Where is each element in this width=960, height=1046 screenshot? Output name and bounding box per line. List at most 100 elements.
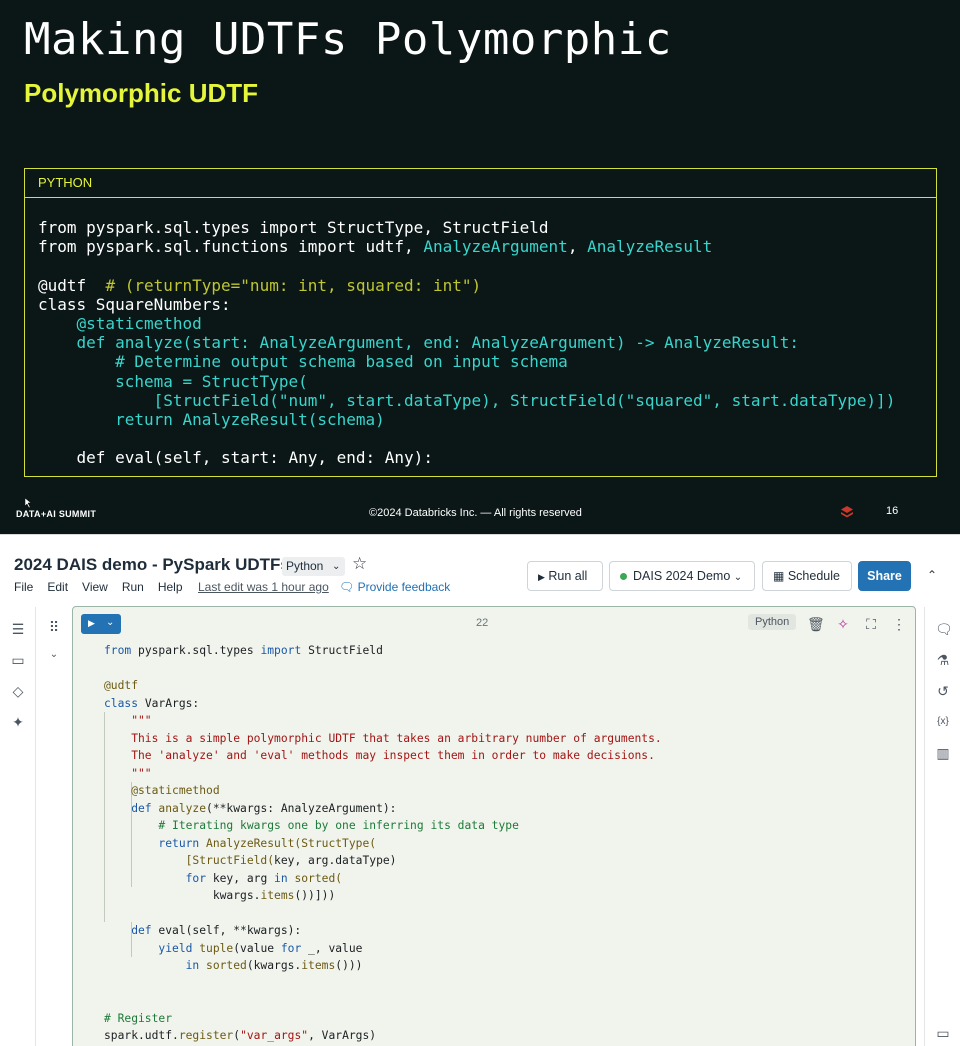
code-token: ())) — [335, 959, 363, 972]
code-token: """ — [104, 766, 152, 780]
code-token: (value — [233, 941, 281, 955]
collapse-header-icon[interactable]: ⌃ — [927, 568, 937, 582]
cell-code-line: [StructField(key, arg.dataType) — [104, 852, 662, 870]
code-token: sorted — [199, 959, 247, 972]
code-token: items — [301, 959, 336, 972]
schedule-label: Schedule — [787, 569, 840, 583]
cell-code-line — [104, 992, 662, 1010]
calendar-icon: ▦ — [773, 569, 785, 583]
code-token: # Determine output schema based on input… — [38, 352, 568, 372]
cell-code-line: class VarArgs: — [104, 695, 662, 713]
cell-code-line: The 'analyze' and 'eval' methods may ins… — [104, 747, 662, 765]
slide-code-box: PYTHON from pyspark.sql.types import Str… — [24, 168, 937, 477]
code-token: pyspark.sql.types — [131, 644, 261, 657]
code-token: """ — [104, 714, 152, 727]
menu-edit[interactable]: Edit — [47, 580, 68, 594]
code-token: def eval(self, start: Any, end: Any): — [38, 448, 433, 468]
code-token: def — [104, 801, 152, 815]
summit-logo: DATA+AI SUMMIT — [16, 509, 97, 519]
code-token: class — [104, 696, 139, 710]
code-token: key, arg — [206, 871, 275, 885]
panel-icon[interactable]: ▭ — [935, 1025, 951, 1041]
cell-code-line: from pyspark.sql.types import StructFiel… — [104, 642, 662, 660]
cell-code-line: for key, arg in sorted( — [104, 870, 662, 888]
notebook-window: 2024 DAIS demo - PySpark UDTFs Python ⌄ … — [0, 534, 960, 1046]
charts-icon[interactable]: ▥ — [935, 745, 951, 761]
drag-handle-icon[interactable]: ⠿ — [46, 619, 62, 635]
notebook-title[interactable]: 2024 DAIS demo - PySpark UDTFs — [14, 555, 290, 575]
folder-icon[interactable]: ▭ — [10, 652, 26, 668]
menu-file[interactable]: File — [14, 580, 33, 594]
provide-feedback-link[interactable]: 🗨 Provide feedback — [339, 580, 450, 594]
code-cell[interactable]: ▶ ⌄ 22 Python 🗑 ✧ ⛶ ⋮ from pyspark.sql.t… — [72, 606, 916, 1046]
chevron-down-icon: ⌄ — [331, 561, 341, 572]
code-token: tuple — [192, 941, 234, 955]
cell-language-badge[interactable]: Python — [748, 614, 797, 630]
code-token: VarArgs: — [138, 696, 200, 710]
slide-code-line: from pyspark.sql.types import StructType… — [38, 218, 923, 237]
code-token: eval(self, **kwargs): — [151, 924, 302, 937]
history-icon[interactable]: ↺ — [935, 683, 951, 699]
code-token: , VarArgs) — [308, 1029, 377, 1042]
cell-code-line — [104, 975, 662, 993]
copyright-text: ©2024 Databricks Inc. — All rights reser… — [369, 507, 582, 519]
chevron-down-icon: ⌄ — [106, 617, 115, 628]
code-language-label: PYTHON — [25, 169, 936, 198]
table-of-contents-icon[interactable]: ☰ — [10, 621, 26, 637]
code-token: AnalyzeResult(StructType( — [199, 836, 377, 850]
code-token: sorted( — [287, 871, 343, 885]
right-sidebar: 🗨 ⚗ ↺ {x} ▥ ▭ — [924, 607, 960, 1046]
cell-code-line: # Iterating kwargs one by one inferring … — [104, 817, 662, 835]
left-sidebar: ☰ ▭ ◇ ✦ — [0, 607, 36, 1046]
play-icon: ▶ — [538, 572, 545, 582]
cluster-selector[interactable]: DAIS 2024 Demo ⌄ — [609, 561, 755, 591]
cell-code-line: def eval(self, **kwargs): — [104, 922, 662, 940]
schedule-button[interactable]: ▦ Schedule — [762, 561, 852, 591]
code-token: import — [260, 644, 302, 657]
run-all-button[interactable]: ▶ Run all — [527, 561, 603, 591]
cell-code-line — [104, 905, 662, 923]
slide-code-line: # Determine output schema based on input… — [38, 352, 923, 371]
last-edit-link[interactable]: Last edit was 1 hour ago — [198, 580, 329, 594]
catalog-icon[interactable]: ◇ — [10, 683, 26, 699]
code-token: analyze — [151, 801, 207, 815]
cell-code-line: def analyze(**kwargs: AnalyzeArgument): — [104, 800, 662, 818]
more-options-icon[interactable]: ⋮ — [891, 616, 907, 632]
code-token: for — [104, 871, 207, 885]
code-token: ())])) — [294, 889, 336, 902]
code-token: StructField — [301, 644, 383, 657]
favorite-star-icon[interactable]: ☆ — [352, 554, 367, 574]
code-token: def analyze(start: AnalyzeArgument, end:… — [38, 333, 799, 353]
slide-code-line: def eval(self, start: Any, end: Any): — [38, 448, 923, 467]
assistant-icon[interactable]: ✦ — [10, 714, 26, 730]
code-token: # Register — [104, 1011, 173, 1025]
menu-run[interactable]: Run — [122, 580, 144, 594]
slide-code-line: schema = StructType( — [38, 372, 923, 391]
expand-icon[interactable]: ⛶ — [863, 616, 879, 632]
chevron-down-icon: ⌄ — [733, 572, 743, 583]
delete-icon[interactable]: 🗑 — [807, 616, 825, 632]
share-button[interactable]: Share — [858, 561, 911, 591]
cell-code-line: This is a simple polymorphic UDTF that t… — [104, 730, 662, 748]
run-cell-button[interactable]: ▶ ⌄ — [81, 614, 121, 634]
code-token: from pyspark.sql.types import StructType… — [38, 218, 549, 237]
variables-icon[interactable]: {x} — [935, 714, 951, 730]
experiments-icon[interactable]: ⚗ — [935, 652, 951, 668]
comments-icon[interactable]: 🗨 — [935, 621, 953, 637]
code-token: # (returnType="num: int, squared: int") — [105, 275, 482, 295]
code-token: register — [178, 1029, 234, 1042]
slide-title: Making UDTFs Polymorphic — [24, 14, 672, 65]
slide-code-line: @staticmethod — [38, 314, 923, 333]
notebook-language-selector[interactable]: Python ⌄ — [282, 557, 346, 576]
assistant-sparkle-icon[interactable]: ✧ — [835, 616, 851, 632]
code-token: items — [260, 889, 295, 902]
menu-help[interactable]: Help — [158, 580, 183, 594]
cell-code-editor[interactable]: from pyspark.sql.types import StructFiel… — [104, 642, 662, 1045]
collapse-cell-icon[interactable]: ⌄ — [46, 647, 62, 663]
databricks-logo-icon — [841, 506, 853, 518]
menu-view[interactable]: View — [82, 580, 108, 594]
code-token: (kwargs. — [246, 959, 302, 972]
cell-code-line: # Register — [104, 1010, 662, 1028]
code-token: spark.udtf. — [104, 1029, 179, 1042]
run-all-label: Run all — [548, 569, 588, 583]
